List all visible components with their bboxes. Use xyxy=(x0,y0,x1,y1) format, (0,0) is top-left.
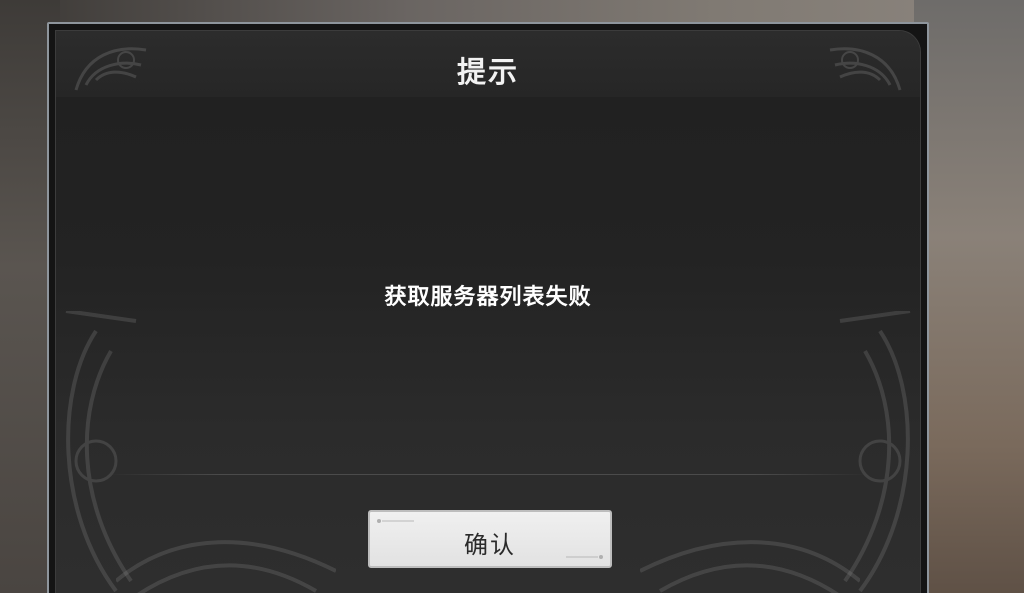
button-decoration-icon xyxy=(566,555,603,559)
ornament-icon xyxy=(116,540,336,593)
confirm-button[interactable]: 确认 xyxy=(368,510,612,568)
dialog-title: 提示 xyxy=(456,55,519,89)
dialog-title-bar: 提示 xyxy=(56,31,920,97)
background-right xyxy=(914,0,1024,593)
dialog-message: 获取服务器列表失败 xyxy=(384,285,592,310)
alert-dialog: 提示 获取服务器列表失败 确认 xyxy=(47,22,929,593)
background-top xyxy=(0,0,1024,24)
button-decoration-icon xyxy=(377,519,414,523)
divider xyxy=(106,474,870,475)
dialog-panel: 提示 获取服务器列表失败 确认 xyxy=(55,30,921,593)
ornament-icon xyxy=(640,540,860,593)
